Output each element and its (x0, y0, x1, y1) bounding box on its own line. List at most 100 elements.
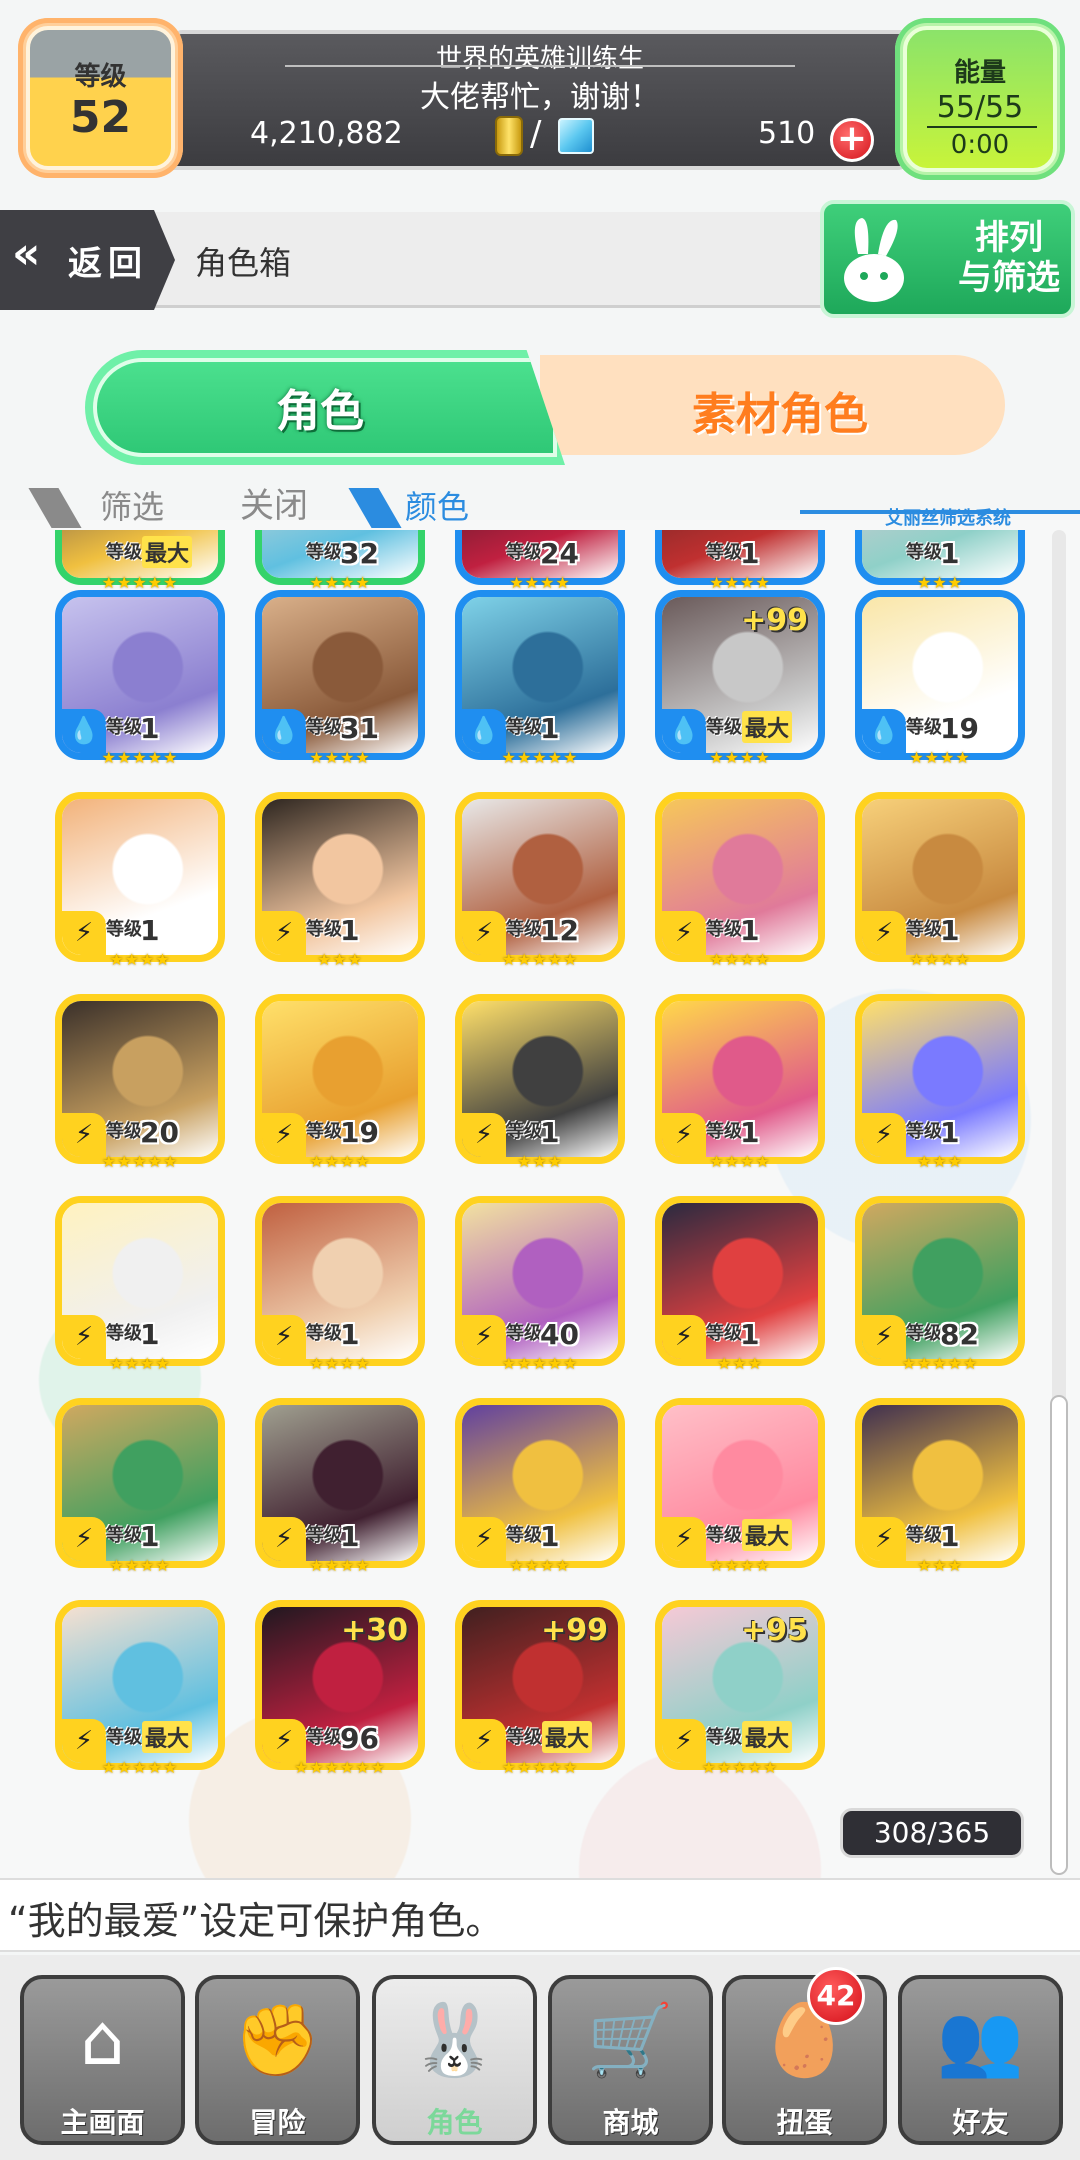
character-card[interactable]: ⚡ 等级 1 (55, 1196, 225, 1366)
nav-characters-button[interactable]: 🐰 角色 (372, 1975, 537, 2145)
character-card[interactable]: ⚡ 等级 1 (855, 994, 1025, 1164)
level-tag: 等级 (306, 1121, 342, 1142)
tab-material-characters-label: 素材角色 (692, 389, 868, 440)
gold-amount: 4,210,882 (250, 116, 403, 151)
character-level: 32 (340, 537, 379, 570)
lightning-element-icon: ⚡ (462, 911, 506, 955)
back-button[interactable]: « 返回 (0, 210, 175, 310)
level-tag: 等级 (706, 717, 742, 738)
lightning-element-icon: ⚡ (62, 1315, 106, 1359)
character-card[interactable]: ⚡ 等级 1 (255, 792, 425, 962)
status-bar: 世界的英雄训练生 大佬帮忙，谢谢！ 4,210,882 / 510 + (160, 30, 920, 170)
lightning-element-icon: ⚡ (862, 1315, 906, 1359)
water-element-icon: 💧 (662, 709, 706, 753)
nav-adventure-button[interactable]: ✊ 冒险 (195, 1975, 360, 2145)
character-level: 最大 (542, 1721, 593, 1753)
character-level: 1 (340, 1520, 360, 1553)
player-level-badge[interactable]: 等级 52 (18, 18, 183, 178)
rarity-stars: ★★★★ (309, 748, 371, 767)
lightning-element-icon: ⚡ (662, 911, 706, 955)
character-card[interactable]: ⚡ 等级 96 +30 (255, 1600, 425, 1770)
character-card[interactable]: ⚡ 等级 1 (255, 1196, 425, 1366)
bonus-badge: +99 (741, 603, 808, 638)
character-card[interactable]: ⚡ 等级 最大 (55, 1600, 225, 1770)
bottom-navigation: ⌂ 主画面 ✊ 冒险 🐰 角色 🛒 商城 🥚 扭蛋 42 👥 好友 (0, 1955, 1080, 2160)
character-card[interactable]: ⚡ 等级 1 (455, 1398, 625, 1568)
character-card[interactable]: ⚡ 等级 19 (255, 994, 425, 1164)
character-card[interactable]: ⚡ 等级 最大 (655, 1398, 825, 1568)
scrollbar-thumb[interactable] (1050, 1395, 1068, 1875)
level-tag: 等级 (906, 1121, 942, 1142)
character-count: 308/365 (840, 1808, 1024, 1858)
shop-icon: 🛒 (586, 1999, 675, 2081)
player-message: 大佬帮忙，谢谢！ (420, 80, 660, 115)
filter-row: 筛选 关闭 颜色 艾丽丝筛选系统 (28, 478, 1080, 529)
level-tag: 等级 (506, 542, 542, 563)
bonus-badge: +99 (541, 1613, 608, 1648)
character-level: 1 (540, 1520, 560, 1553)
character-card[interactable]: 💧 等级 1 (55, 590, 225, 760)
rarity-stars: ★★★★★ (101, 748, 179, 767)
level-tag: 等级 (106, 919, 142, 940)
character-card[interactable]: ⚡ 等级 1 (855, 792, 1025, 962)
nav-home-button[interactable]: ⌂ 主画面 (20, 1975, 185, 2145)
tab-characters-label: 角色 (276, 386, 364, 437)
gem-amount: 510 (758, 116, 816, 151)
rarity-stars: ★★★★★ (501, 950, 579, 969)
character-card[interactable]: 💧 等级 1 (455, 590, 625, 760)
level-tag: 等级 (306, 1323, 342, 1344)
character-level: 1 (940, 914, 960, 947)
lightning-element-icon: ⚡ (462, 1719, 506, 1763)
energy-timer: 0:00 (950, 130, 1010, 160)
level-tag: 等级 (706, 1727, 742, 1748)
character-card[interactable]: ⚡ 等级 1 (55, 1398, 225, 1568)
energy-badge[interactable]: 能量 55/55 0:00 (895, 18, 1065, 180)
character-card[interactable]: ⚡ 等级 40 (455, 1196, 625, 1366)
nav-gacha-button[interactable]: 🥚 扭蛋 42 (722, 1967, 887, 2145)
lightning-element-icon: ⚡ (62, 1517, 106, 1561)
character-level: 24 (540, 537, 579, 570)
rarity-stars: ★★★ (916, 1556, 964, 1575)
character-level: 1 (740, 1318, 760, 1351)
character-card[interactable]: ⚡ 等级 1 (55, 792, 225, 962)
notification-badge: 42 (807, 1967, 865, 2025)
character-level: 31 (340, 712, 379, 745)
character-card[interactable]: ⚡ 等级 1 (655, 994, 825, 1164)
bonus-badge: +30 (341, 1613, 408, 1648)
rarity-stars: ★★★★ (709, 950, 771, 969)
level-tag: 等级 (506, 1525, 542, 1546)
rarity-stars: ★★★★★ (501, 1758, 579, 1777)
character-card[interactable]: 💧 等级 19 (855, 590, 1025, 760)
nav-friends-button[interactable]: 👥 好友 (898, 1975, 1063, 2145)
sort-filter-button[interactable]: 排列 与筛选 (820, 200, 1075, 318)
character-card[interactable]: ⚡ 等级 最大 +99 (455, 1600, 625, 1770)
lightning-element-icon: ⚡ (62, 911, 106, 955)
level-value: 52 (69, 92, 132, 143)
character-card[interactable]: ⚡ 等级 20 (55, 994, 225, 1164)
character-card[interactable]: ⚡ 等级 1 (655, 792, 825, 962)
level-tag: 等级 (506, 1323, 542, 1344)
character-card[interactable]: ⚡ 等级 最大 +95 (655, 1600, 825, 1770)
color-filter[interactable]: 颜色 (405, 482, 469, 528)
lightning-element-icon: ⚡ (662, 1113, 706, 1157)
rarity-stars: ★★★★ (109, 1556, 171, 1575)
nav-shop-button[interactable]: 🛒 商城 (548, 1975, 713, 2145)
water-element-icon: 💧 (262, 709, 306, 753)
character-card[interactable]: ⚡ 等级 82 (855, 1196, 1025, 1366)
character-card[interactable]: ⚡ 等级 1 (855, 1398, 1025, 1568)
filter-label: 筛选 (100, 488, 165, 526)
rabbit-icon (844, 218, 904, 302)
home-icon: ⌂ (80, 1999, 125, 2081)
level-tag: 等级 (906, 1525, 942, 1546)
character-card[interactable]: ⚡ 等级 1 (255, 1398, 425, 1568)
character-card[interactable]: 💧 等级 31 (255, 590, 425, 760)
character-card[interactable]: ⚡ 等级 12 (455, 792, 625, 962)
level-tag: 等级 (306, 919, 342, 940)
character-level: 最大 (742, 1519, 793, 1551)
add-gems-button[interactable]: + (830, 118, 874, 162)
filter-toggle[interactable]: 关闭 (240, 478, 308, 527)
character-card[interactable]: ⚡ 等级 1 (655, 1196, 825, 1366)
rarity-stars: ★★★★ (909, 748, 971, 767)
character-card[interactable]: 💧 等级 最大 +99 (655, 590, 825, 760)
character-card[interactable]: ⚡ 等级 1 (455, 994, 625, 1164)
